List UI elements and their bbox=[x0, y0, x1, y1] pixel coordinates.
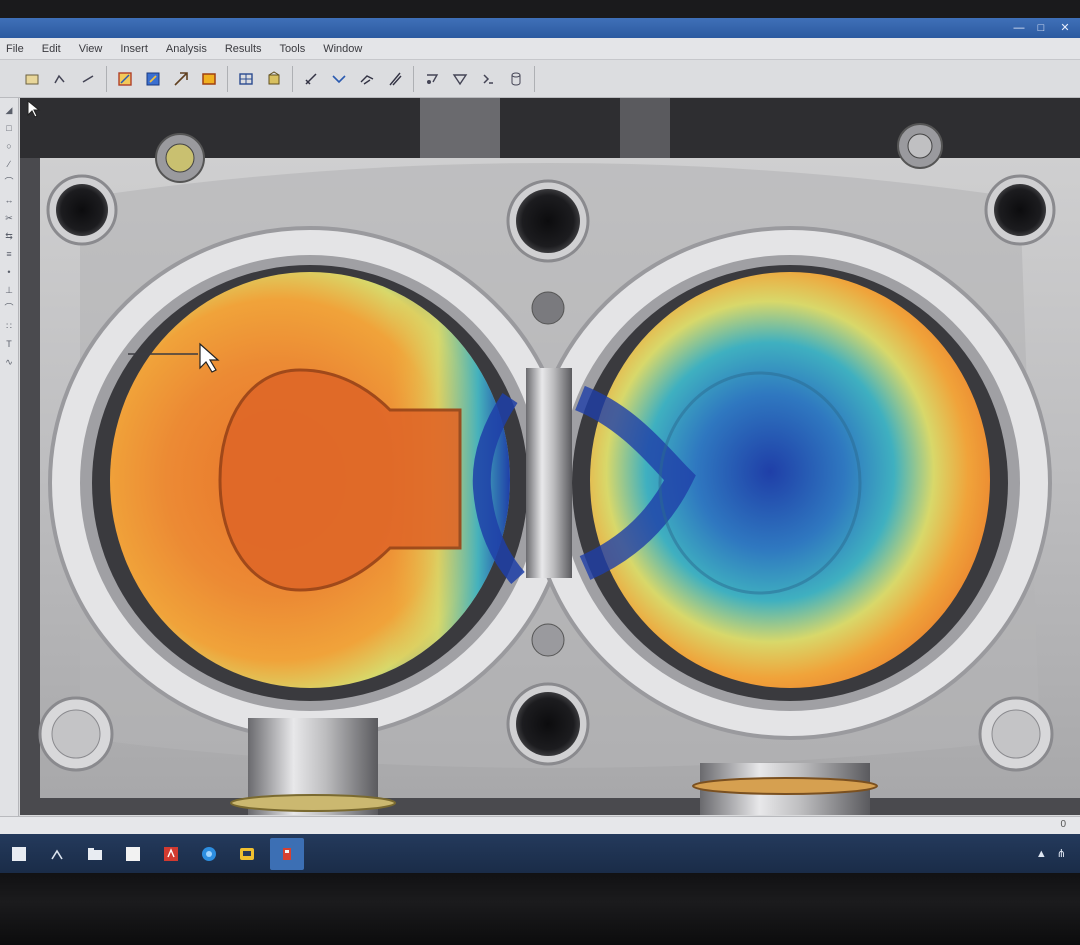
mesh-icon[interactable] bbox=[234, 67, 258, 91]
tray-arrow-icon[interactable]: ▲ bbox=[1036, 848, 1047, 860]
probe-icon[interactable] bbox=[327, 67, 351, 91]
system-tray: ▲ ⋔ bbox=[1036, 834, 1080, 873]
left-tool-strip: ◢ □ ○ ∕ ⌒ ↔ ✂ ⇆ ≡ • ⊥ ⌒ ∷ T ∿ bbox=[0, 98, 19, 818]
rotate-view-icon[interactable] bbox=[113, 67, 137, 91]
minimize-icon[interactable]: — bbox=[1010, 21, 1028, 35]
menu-edit[interactable]: Edit bbox=[42, 43, 61, 55]
toolbar-group-select bbox=[14, 65, 107, 92]
document-icon[interactable] bbox=[121, 842, 145, 866]
3d-viewport[interactable] bbox=[20, 98, 1080, 815]
toolbar-group-results bbox=[293, 65, 414, 92]
toolbar-group-mesh bbox=[228, 65, 293, 92]
cylinder-icon[interactable] bbox=[504, 67, 528, 91]
bolt-boss-bottom-left bbox=[51, 709, 101, 759]
pan-icon[interactable] bbox=[169, 67, 193, 91]
toolbar bbox=[0, 60, 1080, 98]
menu-bar: File Edit View Insert Analysis Results T… bbox=[0, 38, 1080, 60]
menu-tools[interactable]: Tools bbox=[280, 43, 306, 55]
toolbar-group-tools bbox=[414, 65, 535, 92]
text-tool-icon[interactable]: T bbox=[2, 338, 16, 350]
taskbar: ▲ ⋔ bbox=[0, 834, 1080, 873]
dowel-bottom bbox=[531, 623, 565, 657]
section-icon[interactable] bbox=[262, 67, 286, 91]
network-icon[interactable] bbox=[45, 842, 69, 866]
bolt-hole-bottom-center bbox=[516, 692, 580, 756]
spline-tool-icon[interactable]: ∿ bbox=[2, 356, 16, 368]
status-bar: 0 bbox=[0, 816, 1080, 834]
sketch-tool-icon[interactable]: □ bbox=[2, 122, 16, 134]
offset-tool-icon[interactable]: ≡ bbox=[2, 248, 16, 260]
menu-window[interactable]: Window bbox=[323, 43, 362, 55]
pointer-icon[interactable]: ◢ bbox=[2, 104, 16, 116]
slice-icon[interactable] bbox=[383, 67, 407, 91]
settings-icon[interactable] bbox=[476, 67, 500, 91]
arc-tool-icon[interactable]: ⌒ bbox=[2, 176, 16, 188]
vector-icon[interactable] bbox=[355, 67, 379, 91]
screen: — □ ✕ File Edit View Insert Analysis Res… bbox=[0, 18, 1080, 873]
filter-icon[interactable] bbox=[420, 67, 444, 91]
bolt-hole-top-left bbox=[56, 184, 108, 236]
trim-tool-icon[interactable]: ✂ bbox=[2, 212, 16, 224]
status-value: 0 bbox=[1060, 819, 1066, 830]
line-tool-icon[interactable]: ∕ bbox=[2, 158, 16, 170]
pattern-tool-icon[interactable]: ∷ bbox=[2, 320, 16, 332]
measure-icon[interactable] bbox=[299, 67, 323, 91]
mirror-tool-icon[interactable]: ⇆ bbox=[2, 230, 16, 242]
point-tool-icon[interactable]: • bbox=[2, 266, 16, 278]
toolbar-group-view bbox=[107, 65, 228, 92]
zoom-icon[interactable] bbox=[141, 67, 165, 91]
maximize-icon[interactable]: □ bbox=[1032, 21, 1050, 35]
simulation-app-icon[interactable] bbox=[270, 837, 304, 870]
network-tray-icon[interactable]: ⋔ bbox=[1057, 847, 1066, 860]
start-icon[interactable] bbox=[7, 842, 31, 866]
bolt-head-left bbox=[165, 143, 195, 173]
sketch-icon[interactable] bbox=[48, 67, 72, 91]
folder-icon[interactable] bbox=[83, 842, 107, 866]
menu-file[interactable]: File bbox=[6, 43, 24, 55]
monitor-bezel-top bbox=[0, 0, 1080, 18]
bolt-head-right bbox=[907, 133, 933, 159]
line-icon[interactable] bbox=[76, 67, 100, 91]
browser-icon[interactable] bbox=[197, 842, 221, 866]
monitor-bezel-bottom bbox=[0, 873, 1080, 945]
menu-insert[interactable]: Insert bbox=[120, 43, 148, 55]
engine-block-render bbox=[20, 98, 1080, 815]
mail-icon[interactable] bbox=[235, 842, 259, 866]
bolt-hole-top-center bbox=[516, 189, 580, 253]
menu-view[interactable]: View bbox=[79, 43, 103, 55]
color-map-icon[interactable] bbox=[197, 67, 221, 91]
close-icon[interactable]: ✕ bbox=[1056, 21, 1074, 35]
pdf-icon[interactable] bbox=[159, 842, 183, 866]
fillet-tool-icon[interactable]: ⌒ bbox=[2, 302, 16, 314]
dimension-tool-icon[interactable]: ↔ bbox=[2, 194, 16, 206]
constraint-tool-icon[interactable]: ⊥ bbox=[2, 284, 16, 296]
edit-tool-icon[interactable]: ○ bbox=[2, 140, 16, 152]
bolt-hole-top-right bbox=[994, 184, 1046, 236]
dowel-top bbox=[531, 291, 565, 325]
title-bar: — □ ✕ bbox=[0, 18, 1080, 38]
menu-analysis[interactable]: Analysis bbox=[166, 43, 207, 55]
select-icon[interactable] bbox=[20, 67, 44, 91]
export-icon[interactable] bbox=[448, 67, 472, 91]
bolt-boss-bottom-right bbox=[991, 709, 1041, 759]
cylinder-bridge bbox=[526, 368, 572, 578]
menu-results[interactable]: Results bbox=[225, 43, 262, 55]
